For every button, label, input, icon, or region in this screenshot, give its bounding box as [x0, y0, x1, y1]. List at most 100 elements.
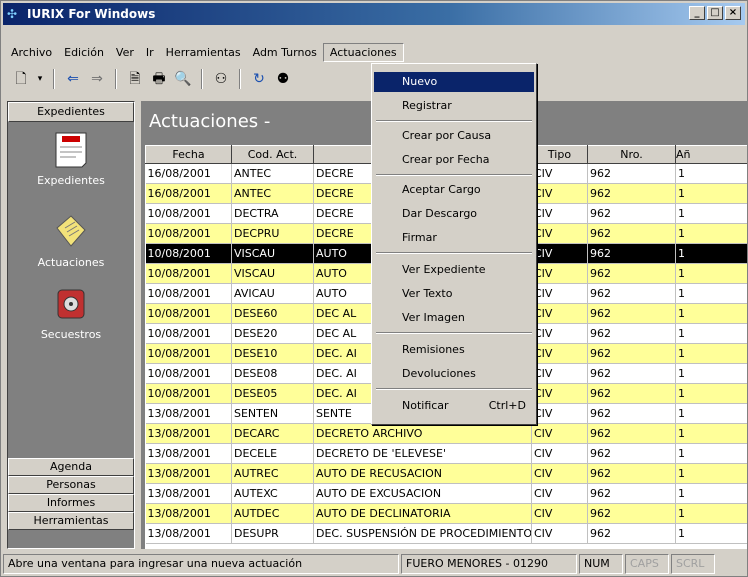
app-window: ✣ IURIX For Windows _ □ × Archivo Edició…: [0, 0, 748, 577]
cell-anio: 1: [675, 243, 747, 264]
menu-item-firmar[interactable]: Firmar: [374, 228, 534, 248]
notepad-icon: [51, 212, 91, 252]
title-bar[interactable]: ✣ IURIX For Windows _ □ ×: [3, 3, 745, 25]
cell-cod-act: ANTEC: [231, 163, 314, 184]
nav-agenda[interactable]: Agenda: [8, 458, 134, 476]
binoculars-icon[interactable]: ⚇: [211, 69, 231, 89]
menu-item-aceptar-cargo[interactable]: Aceptar Cargo: [374, 180, 534, 200]
forward-arrow-icon[interactable]: ⇒: [87, 69, 107, 89]
menu-item-label: Ver Texto: [402, 287, 453, 300]
cell-nro: 962: [587, 503, 676, 524]
document-icon: [51, 130, 91, 170]
menu-separator: [376, 252, 532, 254]
menu-ver[interactable]: Ver: [110, 44, 140, 61]
cell-tipo: CIV: [531, 183, 588, 204]
menu-item-ver-imagen[interactable]: Ver Imagen: [374, 308, 534, 328]
column-header-tipo[interactable]: Tipo: [531, 145, 588, 164]
cell-anio: 1: [675, 523, 747, 544]
menu-archivo[interactable]: Archivo: [5, 44, 58, 61]
cell-cod-act: ANTEC: [231, 183, 314, 204]
cell-fecha: 10/08/2001: [145, 243, 232, 264]
cell-tipo: CIV: [531, 383, 588, 404]
cell-cod-act: AUTEXC: [231, 483, 314, 504]
table-row[interactable]: 13/08/2001 DESUPR DEC. SUSPENSIÓN DE PROCE…: [145, 523, 747, 544]
column-header-fecha[interactable]: Fecha: [145, 145, 232, 164]
nav-expedientes[interactable]: Expedientes: [8, 130, 134, 187]
refresh-icon[interactable]: ↻: [249, 69, 269, 89]
cell-nro: 962: [587, 423, 676, 444]
cell-tipo: CIV: [531, 443, 588, 464]
cell-descripcion: DECRETO DE 'ELEVESE': [313, 443, 532, 464]
table-row[interactable]: 13/08/2001 DECARC DECRETO ARCHIVO CIV 962 1: [145, 423, 747, 444]
new-document-icon[interactable]: 🗋: [11, 69, 31, 89]
print-icon[interactable]: 🖶: [149, 69, 169, 89]
nav-secuestros[interactable]: Secuestros: [8, 284, 134, 341]
cell-descripcion-text: DEC. SUSPENSIÓN DE PROCEDIMIENTO: [316, 527, 532, 540]
menu-actuaciones[interactable]: Actuaciones: [322, 42, 404, 62]
status-num: NUM: [579, 554, 623, 574]
table-row[interactable]: 13/08/2001 DECELE DECRETO DE 'ELEVESE' CIV 9…: [145, 443, 747, 464]
column-header-anio[interactable]: Añ: [675, 145, 747, 164]
table-row[interactable]: 13/08/2001 AUTDEC AUTO DE DECLINATORIA CIV 9…: [145, 503, 747, 524]
maximize-button[interactable]: □: [707, 6, 723, 20]
table-row[interactable]: 13/08/2001 AUTEXC AUTO DE EXCUSACION CIV 962…: [145, 483, 747, 504]
menu-separator: [376, 388, 532, 390]
nav-personas[interactable]: Personas: [8, 476, 134, 494]
menu-edicion[interactable]: Edición: [58, 44, 110, 61]
cell-tipo: CIV: [531, 203, 588, 224]
cell-fecha: 10/08/2001: [145, 223, 232, 244]
nav-informes[interactable]: Informes: [8, 494, 134, 512]
cell-tipo: CIV: [531, 523, 588, 544]
cell-fecha: 10/08/2001: [145, 263, 232, 284]
cell-descripcion-text: AUTO: [316, 287, 347, 300]
cell-tipo: CIV: [531, 303, 588, 324]
menu-item-nuevo[interactable]: Nuevo: [374, 72, 534, 92]
menu-item-label: Aceptar Cargo: [402, 183, 481, 196]
menu-adm-turnos[interactable]: Adm Turnos: [247, 44, 323, 61]
menu-item-remisiones[interactable]: Remisiones: [374, 340, 534, 360]
menu-item-label: Crear por Fecha: [402, 153, 490, 166]
menu-bar: Archivo Edición Ver Ir Herramientas Adm …: [5, 41, 404, 63]
close-button[interactable]: ×: [725, 6, 741, 20]
print-preview-icon[interactable]: 🗎: [125, 69, 145, 89]
nav-actuaciones[interactable]: Actuaciones: [8, 212, 134, 269]
back-arrow-icon[interactable]: ⇐: [63, 69, 83, 89]
cell-anio: 1: [675, 363, 747, 384]
cell-nro: 962: [587, 463, 676, 484]
toolbar-separator: [201, 69, 203, 89]
menu-ir[interactable]: Ir: [140, 44, 160, 61]
cell-fecha: 10/08/2001: [145, 363, 232, 384]
menu-item-label: Crear por Causa: [402, 129, 492, 142]
cell-cod-act: DECTRA: [231, 203, 314, 224]
toolbar-separator: [53, 69, 55, 89]
column-header-cod-act[interactable]: Cod. Act.: [231, 145, 314, 164]
cell-descripcion-text: DECRE: [316, 187, 354, 200]
menu-item-devoluciones[interactable]: Devoluciones: [374, 364, 534, 384]
minimize-button[interactable]: _: [689, 6, 705, 20]
menu-item-ver-texto[interactable]: Ver Texto: [374, 284, 534, 304]
panel-header-expedientes[interactable]: Expedientes: [8, 102, 134, 122]
menu-item-crear-por-causa[interactable]: Crear por Causa: [374, 126, 534, 146]
cell-descripcion-text: AUTO DE RECUSACION: [316, 467, 443, 480]
cell-nro: 962: [587, 303, 676, 324]
cell-descripcion-text: DEC. AI: [316, 387, 357, 400]
cell-fecha: 10/08/2001: [145, 343, 232, 364]
menu-herramientas[interactable]: Herramientas: [160, 44, 247, 61]
menu-item-dar-descargo[interactable]: Dar Descargo: [374, 204, 534, 224]
menu-item-registrar[interactable]: Registrar: [374, 96, 534, 116]
cell-tipo: CIV: [531, 363, 588, 384]
dropdown-arrow-icon[interactable]: ▾: [35, 69, 45, 89]
table-row[interactable]: 13/08/2001 AUTREC AUTO DE RECUSACION CIV 962…: [145, 463, 747, 484]
menu-separator: [376, 332, 532, 334]
nav-herramientas[interactable]: Herramientas: [8, 512, 134, 530]
users-icon[interactable]: ⚉: [273, 69, 293, 89]
status-message: Abre una ventana para ingresar una nueva…: [3, 554, 399, 574]
cell-cod-act: AUTDEC: [231, 503, 314, 524]
search-icon[interactable]: 🔍: [173, 69, 193, 89]
cell-tipo: CIV: [531, 483, 588, 504]
menu-item-crear-por-fecha[interactable]: Crear por Fecha: [374, 150, 534, 170]
cell-descripcion-text: DECRE: [316, 207, 354, 220]
menu-item-notificar[interactable]: Notificar Ctrl+D: [374, 396, 534, 416]
column-header-nro[interactable]: Nro.: [587, 145, 676, 164]
menu-item-ver-expediente[interactable]: Ver Expediente: [374, 260, 534, 280]
